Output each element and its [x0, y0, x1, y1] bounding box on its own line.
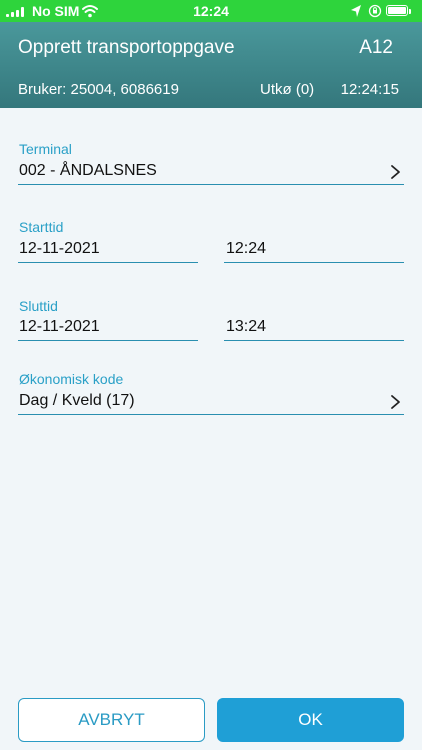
economic-code-label: Økonomisk kode — [19, 371, 124, 387]
cancel-button[interactable]: AVBRYT — [18, 698, 205, 742]
end-time-field[interactable]: 13:24 — [226, 318, 266, 336]
terminal-select[interactable]: 002 - ÅNDALSNES — [18, 158, 404, 186]
orientation-lock-icon — [368, 4, 382, 18]
user-info: Bruker: 25004, 6086619 — [18, 81, 179, 98]
ok-button[interactable]: OK — [217, 698, 404, 742]
start-date-underline — [18, 262, 198, 263]
app-screen: No SIM 12:24 Opprett transportoppgave A1… — [0, 0, 422, 750]
status-right-icons — [350, 3, 414, 19]
start-date-field[interactable]: 12-11-2021 — [19, 240, 100, 258]
start-time-field[interactable]: 12:24 — [226, 240, 266, 258]
location-arrow-icon — [351, 5, 361, 17]
page-title: Opprett transportoppgave — [18, 37, 235, 58]
terminal-label: Terminal — [19, 141, 72, 157]
battery-tip — [409, 9, 411, 14]
end-time-underline — [224, 340, 404, 341]
header-clock: 12:24:15 — [340, 81, 399, 98]
start-time-underline — [224, 262, 404, 263]
economic-code-value: Dag / Kveld (17) — [19, 392, 135, 409]
status-bar: No SIM 12:24 — [0, 0, 422, 22]
economic-code-select[interactable]: Dag / Kveld (17) — [18, 388, 404, 416]
chevron-right-icon — [391, 395, 400, 409]
chevron-right-icon — [391, 165, 400, 179]
end-label: Sluttid — [19, 298, 58, 314]
terminal-value: 002 - ÅNDALSNES — [19, 162, 157, 179]
start-label: Starttid — [19, 219, 64, 235]
utko-count[interactable]: Utkø (0) — [260, 81, 314, 98]
terminal-underline — [18, 184, 404, 185]
end-date-field[interactable]: 12-11-2021 — [19, 318, 100, 336]
header-bar: Opprett transportoppgave A12 Bruker: 250… — [0, 22, 422, 108]
end-date-underline — [18, 340, 198, 341]
economic-code-underline — [18, 414, 404, 415]
header-code: A12 — [359, 37, 393, 58]
battery-charging-icon — [386, 5, 408, 16]
